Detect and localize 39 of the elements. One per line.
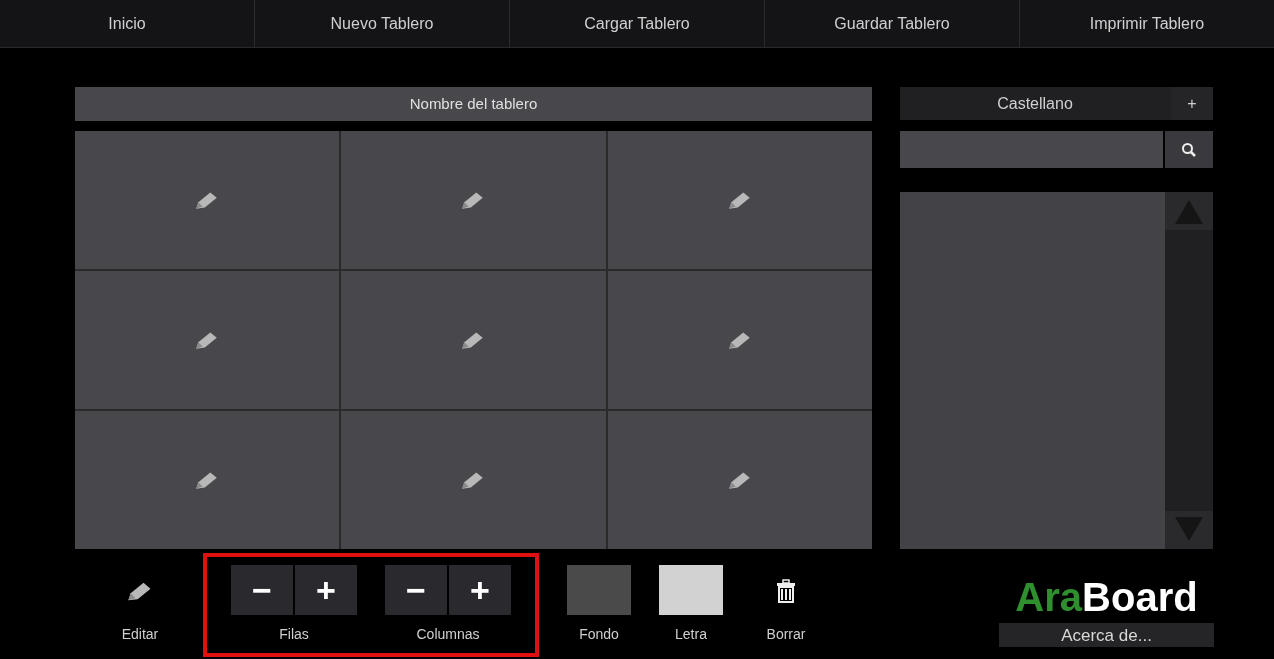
tool-label: Letra [675,625,707,644]
color-swatch[interactable] [567,565,631,615]
board-cell[interactable] [75,411,340,549]
tool-label: Filas [279,625,309,644]
search-button[interactable] [1165,131,1213,168]
menu-item[interactable]: Inicio [0,0,255,47]
add-language-button[interactable]: + [1171,87,1213,120]
scroll-up-icon[interactable] [1165,192,1213,230]
board-cell[interactable] [341,271,606,409]
board-cell[interactable] [341,411,606,549]
trash-icon [774,579,798,603]
scroll-down-icon[interactable] [1165,511,1213,549]
search-icon [1181,141,1197,158]
about-button[interactable]: Acerca de... [999,623,1214,647]
decrease-button[interactable]: − [231,565,293,615]
search-field[interactable] [900,131,1163,168]
board-cell[interactable] [75,271,340,409]
board-cell[interactable] [607,271,872,409]
board-title-field[interactable]: Nombre del tablero [75,87,872,121]
tool-label: Columnas [416,625,480,644]
increase-button[interactable]: + [295,565,357,615]
edit-button[interactable]: Editar [105,565,175,645]
menu-item[interactable]: Guardar Tablero [765,0,1020,47]
delete-button[interactable]: Borrar [751,565,821,645]
menu-item[interactable]: Nuevo Tablero [255,0,510,47]
board-cell[interactable] [607,411,872,549]
color-swatch[interactable] [659,565,723,615]
tool-label: Fondo [579,625,619,644]
board-cell[interactable] [341,131,606,269]
decrease-button[interactable]: − [385,565,447,615]
logo-text: Board [1082,577,1198,617]
board-cell[interactable] [607,131,872,269]
menu-item[interactable]: Imprimir Tablero [1020,0,1274,47]
increase-button[interactable]: + [449,565,511,615]
scrollbar[interactable] [1165,192,1213,549]
logo-text: Ara [1015,577,1083,617]
board-cell[interactable] [75,131,340,269]
menu-item[interactable]: Cargar Tablero [510,0,765,47]
language-selector[interactable]: Castellano [900,87,1170,120]
